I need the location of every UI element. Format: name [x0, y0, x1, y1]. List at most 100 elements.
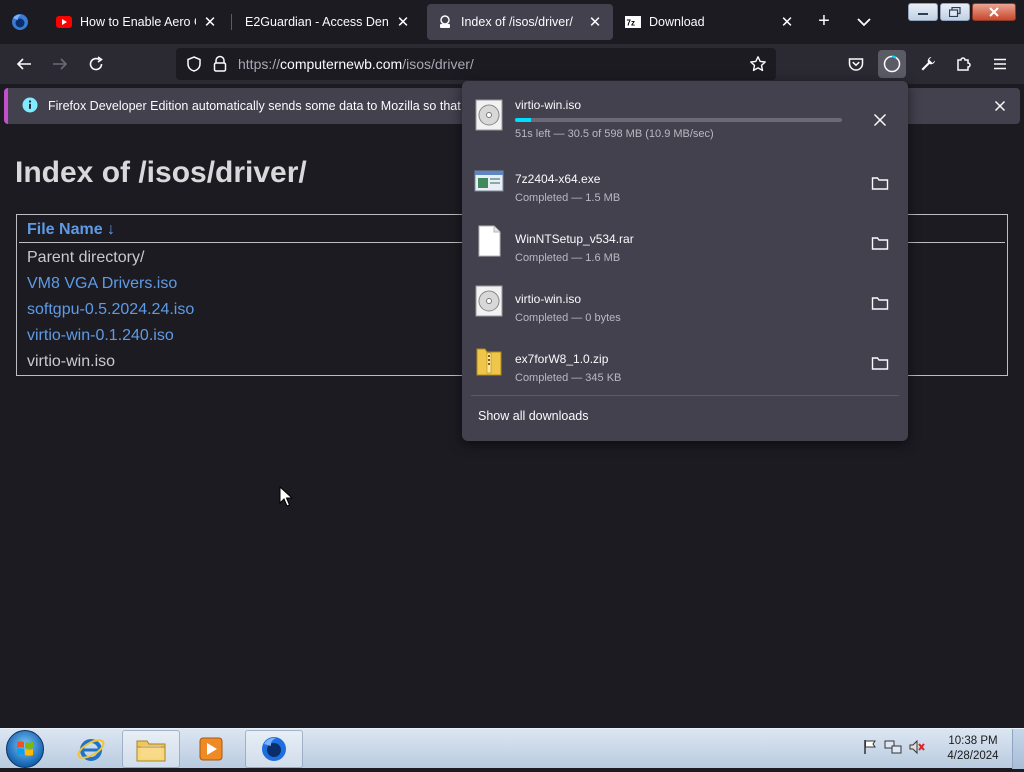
- windows-taskbar: 10:38 PM 4/28/2024: [0, 728, 1024, 769]
- pocket-icon: [848, 58, 864, 71]
- cancel-download-button[interactable]: [868, 108, 892, 132]
- list-all-tabs-button[interactable]: [852, 10, 876, 34]
- tab-e2guardian[interactable]: E2Guardian - Access Denied ✕: [235, 4, 421, 40]
- clock-time: 10:38 PM: [948, 735, 998, 747]
- volume-muted-icon[interactable]: [908, 739, 926, 755]
- show-desktop-button[interactable]: [1012, 729, 1024, 769]
- taskbar-clock[interactable]: 10:38 PM 4/28/2024: [940, 734, 1006, 764]
- new-tab-button[interactable]: +: [812, 10, 836, 34]
- media-player-icon: [199, 737, 223, 761]
- wrench-icon: [921, 57, 935, 71]
- firefox-developer-edition-icon: [262, 737, 286, 761]
- restore-icon: [949, 7, 961, 17]
- puzzle-icon: [957, 57, 971, 71]
- show-in-folder-button[interactable]: [868, 171, 892, 195]
- parent-directory-link[interactable]: Parent directory/: [27, 249, 144, 267]
- close-icon[interactable]: ✕: [395, 14, 411, 31]
- download-item[interactable]: virtio-win.iso 51s left — 30.5 of 598 MB…: [462, 89, 908, 147]
- folder-icon: [871, 297, 889, 310]
- forward-button[interactable]: [48, 52, 72, 76]
- system-tray: [862, 739, 926, 755]
- download-item[interactable]: virtio-win.iso Completed — 0 bytes: [462, 275, 908, 333]
- tab-title: How to Enable Aero Glass: [80, 15, 196, 29]
- download-filename: WinNTSetup_v534.rar: [515, 232, 634, 246]
- navigation-toolbar: https://computernewb.com/isos/driver/: [0, 44, 1024, 84]
- extensions-button[interactable]: [952, 52, 976, 76]
- close-icon[interactable]: ✕: [587, 14, 603, 31]
- folder-icon: [871, 177, 889, 190]
- disc-icon: [475, 99, 503, 131]
- site-icon: [437, 14, 453, 30]
- mouse-cursor-icon: [279, 486, 293, 507]
- file-icon: [478, 225, 501, 257]
- action-center-flag-icon[interactable]: [862, 739, 878, 755]
- close-icon[interactable]: [992, 98, 1008, 114]
- download-item[interactable]: WinNTSetup_v534.rar Completed — 1.6 MB: [462, 215, 908, 273]
- youtube-icon: [56, 14, 72, 30]
- show-in-folder-button[interactable]: [868, 351, 892, 375]
- url-text[interactable]: https://computernewb.com/isos/driver/: [238, 56, 474, 72]
- back-button[interactable]: [12, 52, 36, 76]
- minimize-button[interactable]: [908, 3, 938, 21]
- download-item[interactable]: ex7forW8_1.0.zip Completed — 345 KB: [462, 335, 908, 393]
- info-icon: [22, 97, 38, 113]
- taskbar-windows-explorer[interactable]: [122, 730, 180, 768]
- start-button[interactable]: [6, 730, 44, 768]
- taskbar-internet-explorer[interactable]: [62, 730, 120, 768]
- chevron-down-icon: [857, 18, 871, 27]
- file-name-column-header[interactable]: File Name ↓: [27, 221, 115, 239]
- tab-title: E2Guardian - Access Denied: [245, 15, 389, 29]
- shield-icon[interactable]: [185, 55, 203, 73]
- exe-icon: [474, 170, 504, 192]
- folder-icon: [136, 740, 166, 762]
- firefox-logo-icon[interactable]: [10, 12, 30, 32]
- show-in-folder-button[interactable]: [868, 231, 892, 255]
- tab-download[interactable]: 7z Download ✕: [615, 4, 805, 40]
- reload-icon: [89, 56, 103, 71]
- address-bar[interactable]: https://computernewb.com/isos/driver/: [176, 48, 776, 80]
- tab-youtube[interactable]: How to Enable Aero Glass ✕: [46, 4, 228, 40]
- zip-folder-icon: [476, 348, 502, 376]
- close-icon: [873, 113, 887, 127]
- clock-date: 4/28/2024: [947, 750, 999, 762]
- download-progress-icon: [883, 55, 901, 73]
- download-progress-fill: [515, 118, 532, 122]
- downloads-panel: virtio-win.iso 51s left — 30.5 of 598 MB…: [462, 81, 908, 441]
- window-controls: [908, 3, 1016, 21]
- download-progress-bar: [515, 118, 842, 122]
- windows-logo-icon: [17, 741, 33, 756]
- 7zip-icon: 7z: [625, 14, 641, 30]
- download-item[interactable]: 7z2404-x64.exe Completed — 1.5 MB: [462, 155, 908, 213]
- open-menu-button[interactable]: [988, 52, 1012, 76]
- tab-title: Index of /isos/driver/: [461, 15, 573, 29]
- close-icon[interactable]: ✕: [779, 14, 795, 31]
- show-in-folder-button[interactable]: [868, 291, 892, 315]
- close-window-button[interactable]: [972, 3, 1016, 21]
- download-filename: virtio-win.iso: [515, 292, 582, 306]
- panel-divider: [471, 395, 899, 396]
- tab-index-of-isos-driver[interactable]: Index of /isos/driver/ ✕: [427, 4, 613, 40]
- file-link[interactable]: virtio-win-0.1.240.iso: [27, 327, 174, 345]
- download-status: 51s left — 30.5 of 598 MB (10.9 MB/sec): [515, 128, 714, 140]
- restore-button[interactable]: [940, 3, 970, 21]
- downloads-button[interactable]: [878, 50, 906, 78]
- pocket-button[interactable]: [844, 52, 868, 76]
- network-icon[interactable]: [884, 739, 902, 755]
- taskbar-firefox[interactable]: [245, 730, 303, 768]
- disc-icon: [475, 285, 503, 317]
- close-icon[interactable]: ✕: [202, 14, 218, 31]
- reload-button[interactable]: [84, 52, 108, 76]
- folder-icon: [871, 357, 889, 370]
- lock-icon[interactable]: [212, 55, 228, 73]
- star-icon[interactable]: [749, 55, 767, 73]
- notification-text: Firefox Developer Edition automatically …: [48, 99, 490, 113]
- url-scheme: https://: [238, 56, 281, 72]
- taskbar-media-player[interactable]: [182, 730, 240, 768]
- developer-tools-button[interactable]: [916, 52, 940, 76]
- file-link[interactable]: virtio-win.iso: [27, 353, 115, 371]
- download-status: Completed — 0 bytes: [515, 312, 621, 324]
- internet-explorer-icon: [77, 739, 105, 761]
- file-link[interactable]: VM8 VGA Drivers.iso: [27, 275, 177, 293]
- file-link[interactable]: softgpu-0.5.2024.24.iso: [27, 301, 194, 319]
- show-all-downloads-button[interactable]: Show all downloads: [478, 409, 589, 423]
